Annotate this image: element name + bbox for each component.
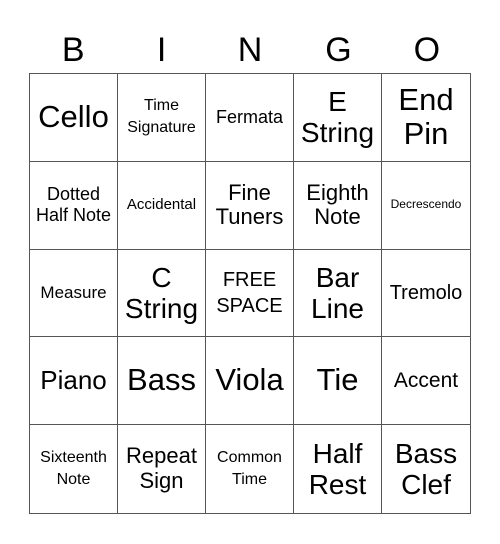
bingo-cell[interactable]: Common Time <box>206 425 294 513</box>
bingo-header: B I N G O <box>29 28 471 72</box>
free-space-cell[interactable]: FREE SPACE <box>206 249 294 338</box>
bingo-cell[interactable]: Eighth Note <box>294 161 382 250</box>
bingo-cell[interactable]: Bass Clef <box>382 425 470 513</box>
bingo-cell[interactable]: Accent <box>382 337 470 426</box>
bingo-cell[interactable]: Piano <box>30 337 118 426</box>
bingo-card-grid: Cello Time Signature Fermata E String En… <box>29 73 471 514</box>
bingo-cell[interactable]: Sixteenth Note <box>30 425 118 513</box>
bingo-cell[interactable]: Cello <box>30 74 118 162</box>
bingo-cell[interactable]: Tie <box>294 337 382 426</box>
header-letter-i: I <box>156 31 167 69</box>
bingo-cell[interactable]: Time Signature <box>118 74 206 162</box>
bingo-cell[interactable]: Tremolo <box>382 250 470 338</box>
bingo-cell[interactable]: E String <box>294 74 382 162</box>
header-letter-o: O <box>413 31 441 69</box>
bingo-cell[interactable]: Accidental <box>118 161 206 250</box>
bingo-cell[interactable]: Half Rest <box>294 425 382 513</box>
bingo-cell[interactable]: Bar Line <box>294 249 382 338</box>
bingo-cell[interactable]: Fine Tuners <box>206 161 294 250</box>
bingo-cell[interactable]: Fermata <box>206 74 294 162</box>
bingo-cell[interactable]: Decrescendo <box>382 162 470 250</box>
header-letter-n: N <box>237 31 263 69</box>
bingo-cell[interactable]: Dotted Half Note <box>30 161 118 250</box>
bingo-cell[interactable]: End Pin <box>382 74 470 162</box>
bingo-cell[interactable]: Viola <box>206 337 294 426</box>
header-letter-g: G <box>325 31 352 69</box>
bingo-cell[interactable]: Bass <box>118 337 206 426</box>
bingo-cell[interactable]: Measure <box>30 249 118 338</box>
bingo-cell[interactable]: Repeat Sign <box>118 425 206 513</box>
header-letter-b: B <box>61 31 85 69</box>
bingo-cell[interactable]: C String <box>118 249 206 338</box>
